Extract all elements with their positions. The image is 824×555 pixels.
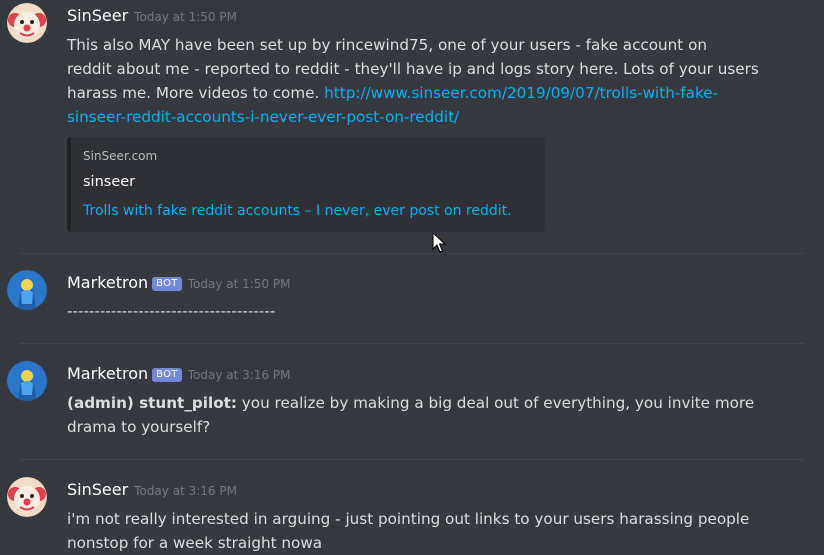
blue-figure-avatar[interactable] [7, 270, 47, 310]
link-embed: SinSeer.com sinseer Trolls with fake red… [67, 137, 545, 232]
embed-provider[interactable]: SinSeer.com [83, 149, 157, 163]
timestamp: Today at 1:50 PM [187, 277, 291, 291]
timestamp: Today at 1:50 PM [134, 10, 237, 24]
mouse-cursor-icon [432, 232, 446, 253]
timestamp: Today at 3:16 PM [187, 368, 291, 382]
clown-avatar[interactable] [7, 477, 47, 517]
embed-description-link[interactable]: Trolls with fake reddit accounts – I nev… [83, 203, 512, 219]
message-divider [20, 253, 804, 254]
message-content: This also MAY have been set up by rincew… [67, 33, 797, 129]
message-line: harass me. More videos to come. [67, 84, 325, 102]
message-content: (admin) stunt_pilot: you realize by maki… [67, 391, 797, 439]
embed-title: sinseer [83, 174, 136, 190]
blue-figure-avatar[interactable] [7, 361, 47, 401]
message-line: drama to yourself? [67, 418, 211, 436]
message-line: you realize by making a big deal out of … [236, 394, 755, 412]
timestamp: Today at 3:16 PM [134, 484, 237, 498]
author-name[interactable]: SinSeer [67, 480, 128, 499]
bot-badge: BOT [152, 277, 182, 291]
author-name[interactable]: Marketron [67, 273, 148, 292]
author-name[interactable]: Marketron [67, 364, 148, 383]
post-link-continued[interactable]: sinseer-reddit-accounts-i-never-ever-pos… [67, 105, 797, 129]
clown-avatar[interactable] [7, 3, 47, 43]
post-link[interactable]: http://www.sinseer.com/2019/09/07/trolls… [324, 84, 718, 102]
author-name[interactable]: SinSeer [67, 6, 128, 25]
message-line: This also MAY have been set up by rincew… [67, 36, 708, 54]
bold-username: (admin) stunt_pilot: [67, 394, 237, 412]
message-divider [20, 459, 804, 460]
message-line: i'm not really interested in arguing - j… [67, 510, 750, 528]
message-content: -------------------------------------- [67, 302, 276, 320]
message-content: i'm not really interested in arguing - j… [67, 507, 797, 555]
message-divider [20, 343, 804, 344]
message-line: nonstop for a week straight nowa [67, 534, 323, 552]
bot-badge: BOT [152, 368, 182, 382]
message-line: reddit about me - reported to reddit - t… [67, 60, 759, 78]
